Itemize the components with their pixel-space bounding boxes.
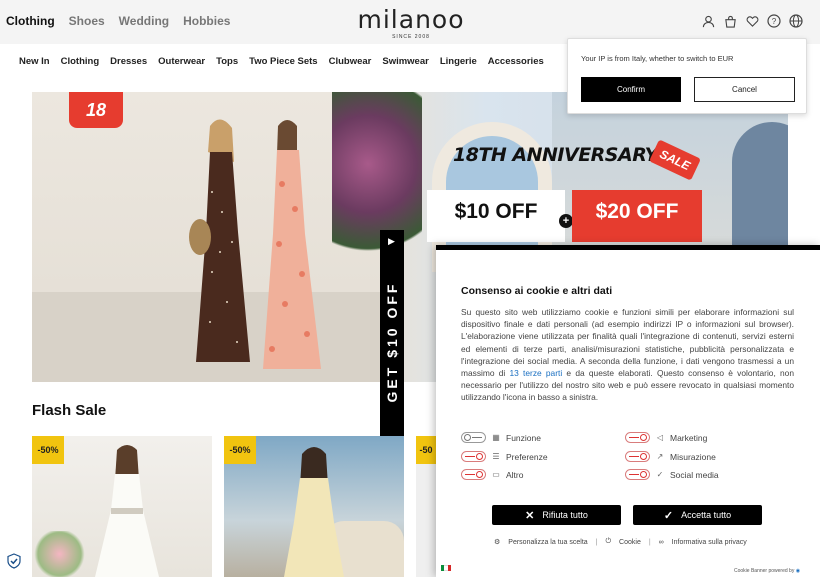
product-card[interactable]: -50% [32,436,212,577]
heart-icon[interactable] [744,13,760,29]
flash-sale-title: Flash Sale [32,402,107,419]
reject-all-label: Rifiuta tutto [542,510,588,520]
user-icon[interactable] [700,13,716,29]
product-card[interactable]: -50 [416,436,436,577]
marketing-toggle[interactable] [625,432,650,443]
tab-clothing[interactable]: Clothing [6,14,55,28]
hero-headline: 18TH ANNIVERSARY [453,144,658,166]
powered-by-text: Cookie Banner powered by [734,568,795,574]
svg-text:?: ? [772,17,777,26]
cancel-button[interactable]: Cancel [694,77,795,102]
globe-icon[interactable] [788,13,804,29]
toggle-row-social: ✓ Social media [625,469,719,480]
toggle-row-preferenze: ☰ Preferenze [461,451,548,462]
customize-link[interactable]: Personalizza la tua scelta [508,539,587,546]
nav-swimwear[interactable]: Swimwear [382,56,428,67]
tab-wedding[interactable]: Wedding [119,14,169,28]
altro-toggle[interactable] [461,469,486,480]
logo-tagline: SINCE 2008 [392,34,430,40]
chat-icon: ▭ [492,470,500,479]
accept-all-label: Accetta tutto [681,510,732,520]
model-floral-dress [263,120,321,369]
shield-check-icon: ◉ [795,568,801,574]
accept-all-button[interactable]: ✓ Accetta tutto [633,505,762,525]
header-icons: ? [700,13,804,29]
model-brown-dress [189,119,250,362]
get-10-off-tab[interactable]: ▶ GET $10 OFF [380,230,404,436]
offer-20-off: $20 OFF [572,190,702,242]
misurazione-label: Misurazione [670,451,716,462]
toggle-row-marketing: ◁ Marketing [625,432,707,443]
check-icon: ✓ [663,509,674,522]
nav-outerwear[interactable]: Outerwear [158,56,205,67]
category-tabs: Clothing Shoes Wedding Hobbies [6,14,230,28]
sliders-icon: ☰ [492,452,500,461]
social-media-toggle[interactable] [625,469,650,480]
altro-label: Altro [506,469,524,480]
nav-two-piece-sets[interactable]: Two Piece Sets [249,56,317,67]
play-arrow-icon: ▶ [388,236,395,246]
confirm-button[interactable]: Confirm [581,77,681,102]
product-image [95,445,159,577]
tab-hobbies[interactable]: Hobbies [183,14,230,28]
thumbs-up-icon: ✓ [656,470,664,479]
offer-10-off: $10 OFF [427,190,565,242]
toggle-row-misurazione: ↗ Misurazione [625,451,716,462]
logo[interactable]: milanoo SINCE 2008 [348,5,474,41]
help-icon[interactable]: ? [766,13,782,29]
cookie-description: Su questo sito web utilizziamo cookie e … [461,306,794,404]
plus-icon: + [559,214,573,228]
product-image [284,447,344,577]
funzione-label: Funzione [506,432,541,443]
nav-clothing[interactable]: Clothing [61,56,100,67]
nav-clubwear[interactable]: Clubwear [329,56,372,67]
funzione-toggle[interactable] [461,432,486,443]
cookie-links: ⚙ Personalizza la tua scelta | ⏻ Cookie … [494,538,747,546]
marketing-label: Marketing [670,432,708,443]
cookie-consent-dialog: Consenso ai cookie e altri dati Su quest… [436,245,820,577]
powered-by-label: Cookie Banner powered by ◉ [734,568,800,574]
divider: | [648,538,651,546]
nav-dresses[interactable]: Dresses [110,56,147,67]
nav-new-in[interactable]: New In [19,56,50,67]
third-parties-link[interactable]: 13 terze parti [510,368,563,378]
logo-word: milanoo [357,5,465,34]
currency-popup: Your IP is from Italy, whether to switch… [567,38,807,114]
link-icon: ∞ [658,538,664,546]
bag-icon[interactable] [722,13,738,29]
chart-trend-icon: ↗ [656,452,664,461]
misurazione-toggle[interactable] [625,451,650,462]
privacy-link[interactable]: Informativa sulla privacy [672,539,747,546]
discount-badge: -50% [32,436,64,464]
megaphone-icon: ◁ [656,433,664,442]
anniversary-badge: 18 [69,92,123,128]
nav-tops[interactable]: Tops [216,56,238,67]
power-icon: ⏻ [605,538,612,545]
main-nav: New In Clothing Dresses Outerwear Tops T… [19,56,544,67]
product-card[interactable]: -50% [224,436,404,577]
cookie-link[interactable]: Cookie [619,539,641,546]
discount-badge: -50% [224,436,256,464]
preferenze-toggle[interactable] [461,451,486,462]
preferenze-label: Preferenze [506,451,548,462]
reject-all-button[interactable]: ✕ Rifiuta tutto [492,505,621,525]
cookie-title: Consenso ai cookie e altri dati [461,285,613,297]
consent-shield-icon[interactable] [6,553,22,569]
grid-icon: ▦ [492,433,500,442]
get-10-off-label: GET $10 OFF [384,281,400,403]
hero-flowers [332,92,422,272]
nav-lingerie[interactable]: Lingerie [440,56,477,67]
gear-icon: ⚙ [494,539,501,546]
nav-accessories[interactable]: Accessories [488,56,544,67]
close-icon: ✕ [525,509,535,522]
social-media-label: Social media [670,469,719,480]
currency-message: Your IP is from Italy, whether to switch… [581,54,734,63]
toggle-row-funzione: ▦ Funzione [461,432,541,443]
tab-shoes[interactable]: Shoes [69,14,105,28]
discount-badge: -50 [416,436,436,464]
italy-flag-icon[interactable] [441,565,451,571]
divider: | [595,538,598,546]
toggle-row-altro: ▭ Altro [461,469,523,480]
flowers-decor [32,531,87,577]
